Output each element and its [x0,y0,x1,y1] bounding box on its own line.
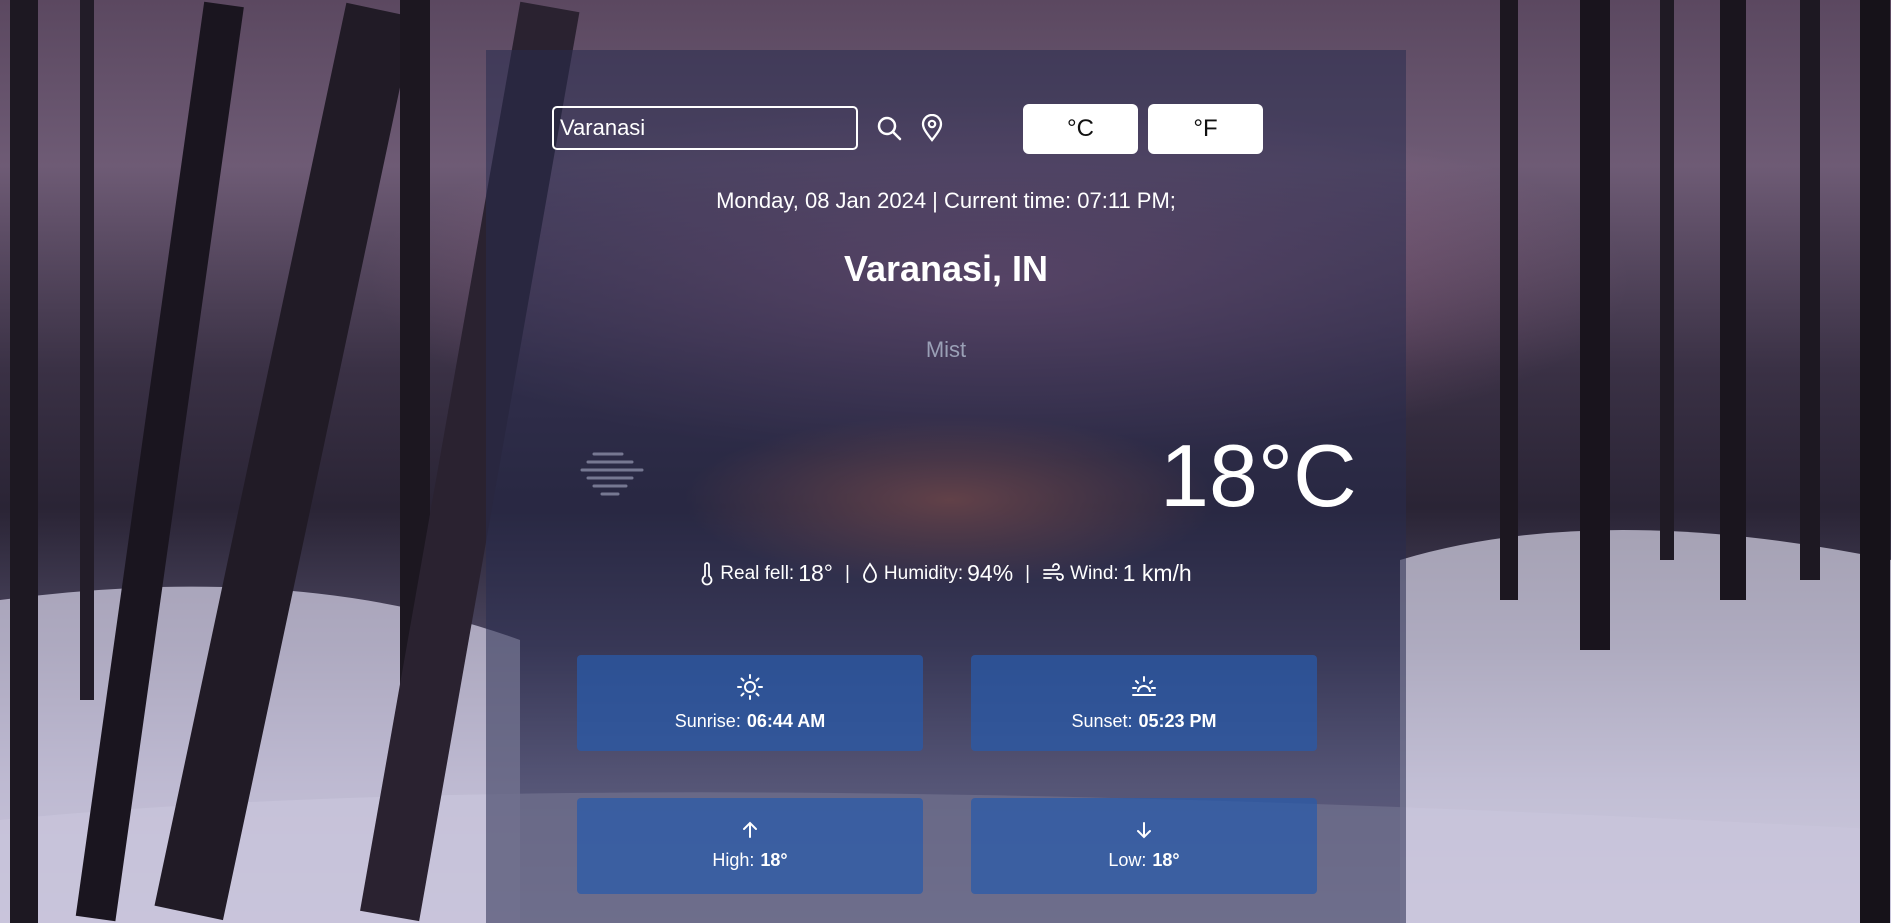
real-feel-value: 18° [798,560,833,586]
fahrenheit-button[interactable]: °F [1148,104,1263,154]
date-time-text: Monday, 08 Jan 2024 | Current time: 07:1… [716,188,1176,213]
wind-value: 1 km/h [1122,560,1192,586]
low-label: Low: [1108,850,1147,870]
mist-icon [580,450,646,501]
sun-icon [737,674,763,705]
real-feel-label: Real fell: [720,562,795,584]
wind-label: Wind: [1070,562,1119,584]
thermometer-icon [700,561,720,586]
sunrise-value: 06:44 AM [746,711,826,731]
low-card: Low: 18° [971,798,1317,894]
high-value: 18° [760,850,788,870]
sunset-icon [1130,674,1158,705]
weather-details: Real fell: 18° | Humidity: 94% | Wind: 1… [486,560,1406,587]
temperature-value: 18°C [1160,426,1357,525]
search-icon[interactable] [876,115,902,146]
low-value: 18° [1152,850,1180,870]
high-card: High: 18° [577,798,923,894]
celsius-button[interactable]: °C [1023,104,1138,154]
sunset-label: Sunset: [1071,711,1133,731]
separator: | [844,562,850,584]
arrow-down-icon [1135,821,1153,844]
humidity-value: 94% [967,560,1014,586]
high-label: High: [712,850,755,870]
wind-icon [1042,563,1070,585]
humidity-label: Humidity: [883,562,964,584]
sunrise-card: Sunrise: 06:44 AM [577,655,923,751]
separator: | [1025,562,1031,584]
sunrise-label: Sunrise: [674,711,741,731]
sunset-card: Sunset: 05:23 PM [971,655,1317,751]
search-input[interactable] [552,106,858,150]
city-title: Varanasi, IN [843,248,1049,289]
humidity-icon [862,562,884,584]
weather-condition: Mist [925,337,967,362]
arrow-up-icon [741,821,759,844]
location-pin-icon[interactable] [920,113,944,147]
sunset-value: 05:23 PM [1138,711,1217,731]
